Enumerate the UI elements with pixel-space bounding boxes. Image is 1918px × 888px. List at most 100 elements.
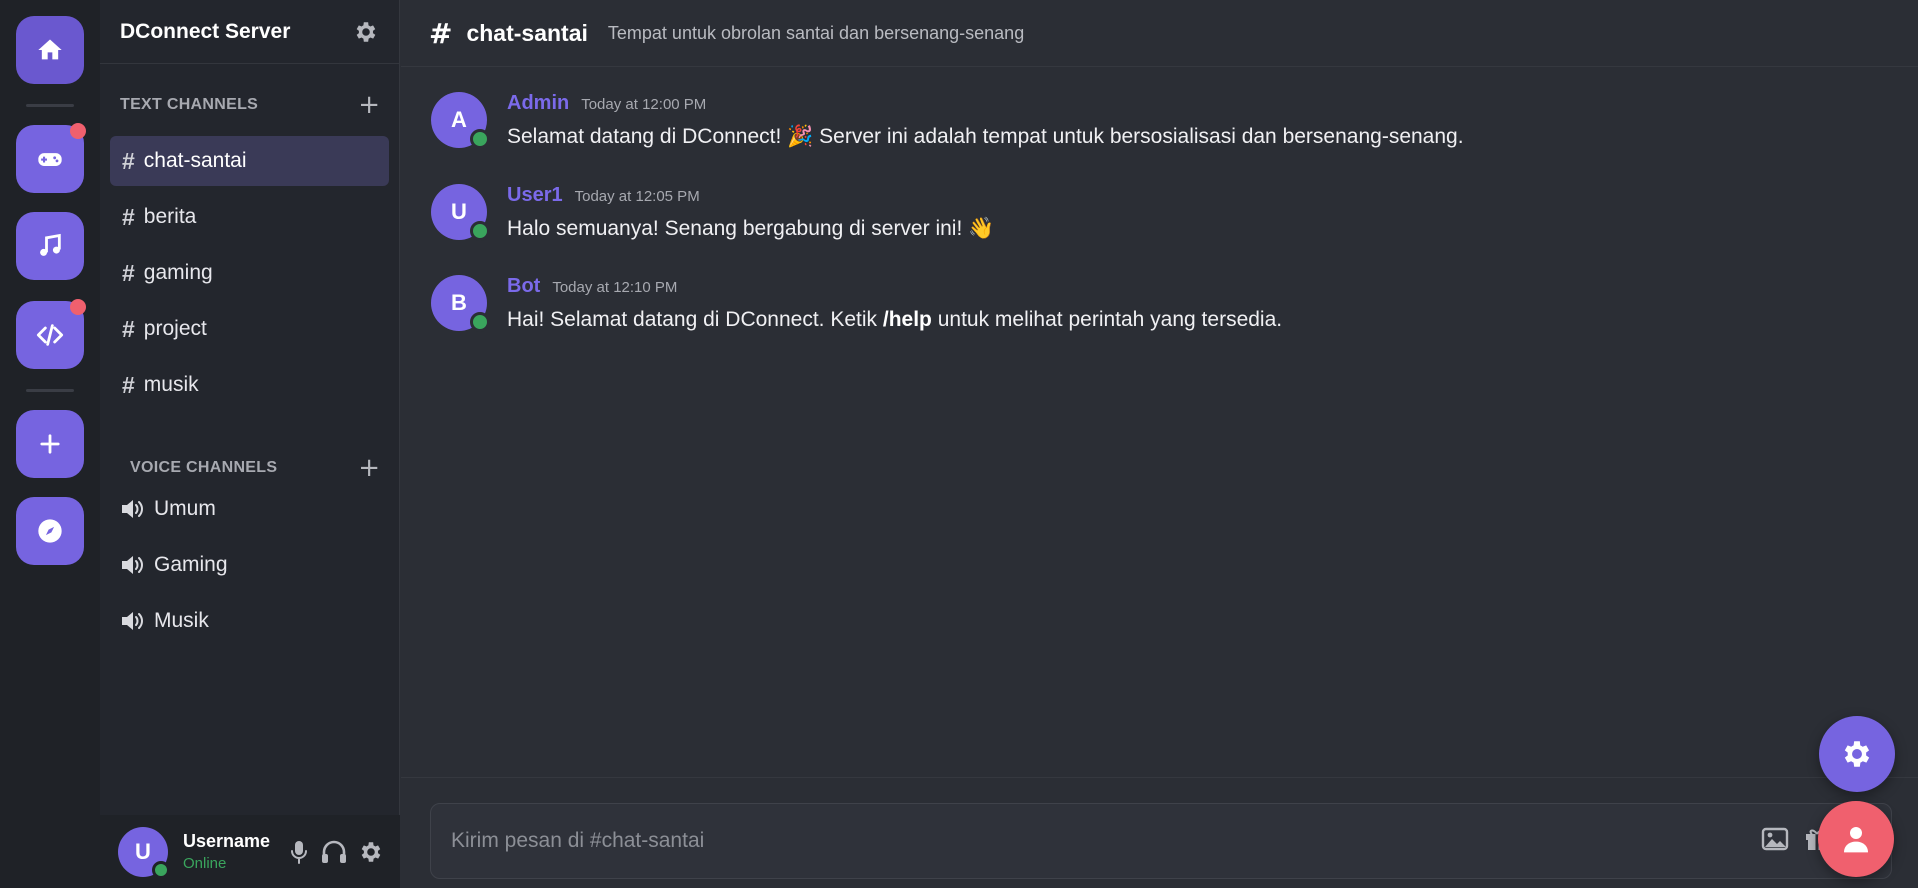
microphone-icon xyxy=(291,840,307,864)
hash-icon: # xyxy=(122,315,135,342)
server-rail xyxy=(0,0,100,888)
message-author[interactable]: Bot xyxy=(507,275,540,298)
add-voice-channel-button[interactable]: + xyxy=(358,455,380,481)
rail-divider xyxy=(26,104,74,107)
message-author[interactable]: Admin xyxy=(507,92,569,115)
gamepad-icon xyxy=(38,153,62,166)
voice-channel-gaming[interactable]: Gaming xyxy=(120,553,228,577)
user-panel: U Username Online xyxy=(100,815,400,888)
message-body: User1 Today at 12:05 PM Halo semuanya! S… xyxy=(507,184,994,241)
voice-channel-label: Gaming xyxy=(154,553,228,576)
server-music-button[interactable] xyxy=(16,212,84,280)
channel-sidebar: DConnect Server TEXT CHANNELS + # chat-s… xyxy=(100,0,400,888)
message-avatar[interactable]: A xyxy=(431,92,490,149)
headphones-icon xyxy=(322,840,346,863)
channel-berita[interactable]: # berita xyxy=(110,192,389,242)
gear-icon xyxy=(1844,741,1870,767)
channel-label: project xyxy=(143,317,207,340)
add-server-button[interactable] xyxy=(16,410,84,478)
avatar-letter: A xyxy=(451,107,467,132)
channel-label: gaming xyxy=(143,261,213,284)
channel-label: berita xyxy=(143,205,197,228)
hash-icon: # xyxy=(122,259,135,286)
server-gaming-button[interactable] xyxy=(16,123,86,193)
online-status-dot xyxy=(152,860,170,879)
add-text-channel-button[interactable]: + xyxy=(358,92,380,118)
message-text: Hai! Selamat datang di DConnect. Ketik /… xyxy=(507,308,1282,332)
user-status: Online xyxy=(183,855,227,872)
channel-topic: Tempat untuk obrolan santai dan bersenan… xyxy=(607,22,1025,43)
composer-area xyxy=(401,777,1918,888)
message-timestamp: Today at 12:05 PM xyxy=(574,188,700,205)
command-text: /help xyxy=(882,308,932,331)
server-settings-button[interactable] xyxy=(353,19,379,45)
message-text-part: untuk melihat perintah yang tersedia. xyxy=(931,308,1283,331)
server-code-button[interactable] xyxy=(16,299,86,369)
message-avatar[interactable]: B xyxy=(431,275,490,332)
message-text: Selamat datang di DConnect! 🎉 Server ini… xyxy=(507,125,1464,148)
voice-channel-label: Musik xyxy=(154,609,209,632)
composer xyxy=(430,803,1892,879)
notification-badge xyxy=(70,123,86,139)
speaker-icon xyxy=(122,556,143,574)
explore-servers-button[interactable] xyxy=(16,497,84,565)
text-channels-label: TEXT CHANNELS xyxy=(120,96,259,113)
floating-profile-button[interactable] xyxy=(1818,801,1894,877)
hash-icon: # xyxy=(429,16,453,50)
channel-project[interactable]: # project xyxy=(110,304,389,354)
plus-icon xyxy=(40,434,60,454)
mute-button[interactable] xyxy=(288,839,310,865)
channel-label: chat-santai xyxy=(143,149,247,172)
message-body: Bot Today at 12:10 PM Hai! Selamat datan… xyxy=(507,275,1282,332)
user-settings-button[interactable] xyxy=(358,839,384,865)
online-status-dot xyxy=(470,312,490,332)
user-avatar[interactable]: U xyxy=(118,826,170,879)
message-header: User1 Today at 12:05 PM xyxy=(507,184,994,207)
channel-chat-santai[interactable]: # chat-santai xyxy=(110,136,389,186)
server-header: DConnect Server xyxy=(100,0,399,64)
gear-icon xyxy=(356,21,376,42)
user-info: Username Online xyxy=(183,831,270,872)
avatar-letter: U xyxy=(451,199,467,224)
compass-icon xyxy=(38,519,62,543)
channel-gaming[interactable]: # gaming xyxy=(110,248,389,298)
channel-title: chat-santai xyxy=(466,19,588,46)
channel-musik[interactable]: # musik xyxy=(110,360,389,410)
message-input[interactable] xyxy=(451,829,1751,853)
message-header: Admin Today at 12:00 PM xyxy=(507,92,1464,115)
hash-icon: # xyxy=(122,203,135,230)
message: B Bot Today at 12:10 PM Hai! Selamat dat… xyxy=(431,275,1282,332)
voice-channels-category: VOICE CHANNELS + xyxy=(130,455,380,481)
message-body: Admin Today at 12:00 PM Selamat datang d… xyxy=(507,92,1464,149)
online-status-dot xyxy=(470,129,490,149)
image-icon xyxy=(1761,827,1789,851)
user-controls xyxy=(288,839,384,865)
message-author[interactable]: User1 xyxy=(507,184,563,207)
home-button[interactable] xyxy=(16,16,84,84)
message-text: Halo semuanya! Senang bergabung di serve… xyxy=(507,217,995,240)
floating-settings-button[interactable] xyxy=(1819,716,1895,792)
hash-icon: # xyxy=(122,147,135,174)
speaker-icon xyxy=(122,612,143,630)
voice-channels-label: VOICE CHANNELS xyxy=(130,459,278,476)
message-timestamp: Today at 12:00 PM xyxy=(581,96,707,113)
rail-divider xyxy=(26,389,74,392)
message-timestamp: Today at 12:10 PM xyxy=(552,279,678,296)
username: Username xyxy=(183,831,271,851)
upload-image-button[interactable] xyxy=(1761,826,1789,852)
avatar-letter: U xyxy=(135,838,151,864)
message: U User1 Today at 12:05 PM Halo semuanya!… xyxy=(431,184,994,241)
notification-badge xyxy=(70,299,86,315)
user-icon xyxy=(1844,827,1868,853)
voice-channel-label: Umum xyxy=(154,497,216,520)
server-name: DConnect Server xyxy=(120,19,291,43)
avatar-letter: B xyxy=(451,290,467,315)
gear-icon xyxy=(361,841,381,862)
code-icon xyxy=(36,324,64,346)
deafen-button[interactable] xyxy=(320,839,348,865)
voice-channel-umum[interactable]: Umum xyxy=(120,497,216,521)
music-note-icon xyxy=(40,233,61,256)
text-channels-category: TEXT CHANNELS + xyxy=(120,92,380,118)
message-avatar[interactable]: U xyxy=(431,184,490,241)
voice-channel-musik[interactable]: Musik xyxy=(120,609,209,633)
